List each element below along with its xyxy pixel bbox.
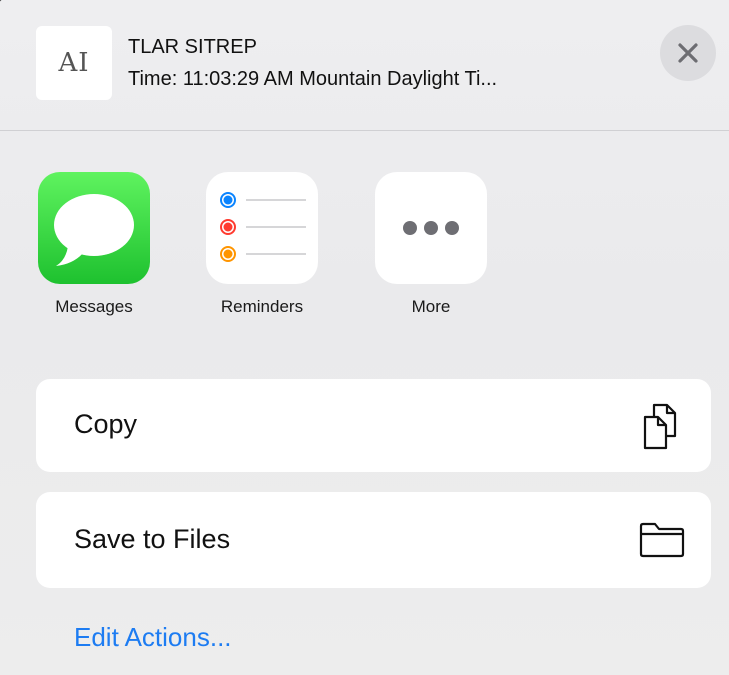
app-label: Messages xyxy=(55,297,133,316)
text-document-icon: AI xyxy=(58,48,90,78)
header-divider xyxy=(0,130,729,131)
folder-icon xyxy=(639,522,685,558)
document-thumbnail: AI xyxy=(36,26,112,100)
app-label: More xyxy=(411,297,451,316)
document-title: TLAR SITREP xyxy=(128,36,257,58)
share-header: AI TLAR SITREP Time: 11:03:29 AM Mountai… xyxy=(0,0,729,131)
copy-action[interactable]: Copy xyxy=(36,379,711,472)
more-icon xyxy=(375,172,487,284)
save-to-files-action[interactable]: Save to Files xyxy=(36,492,711,588)
save-to-files-label: Save to Files xyxy=(74,524,231,554)
app-reminders[interactable]: Reminders xyxy=(206,172,318,316)
edit-actions-link[interactable]: Edit Actions... xyxy=(74,622,232,653)
close-button[interactable] xyxy=(660,25,716,81)
app-more[interactable]: More xyxy=(375,172,487,316)
share-sheet: AI TLAR SITREP Time: 11:03:29 AM Mountai… xyxy=(0,0,729,675)
copy-label: Copy xyxy=(74,409,138,439)
app-messages[interactable]: Messages xyxy=(38,172,150,316)
document-subtitle: Time: 11:03:29 AM Mountain Daylight Ti..… xyxy=(128,68,498,90)
messages-icon xyxy=(38,172,150,284)
copy-icon xyxy=(643,403,677,450)
close-icon xyxy=(678,43,698,63)
app-label: Reminders xyxy=(220,297,304,316)
reminders-icon xyxy=(206,172,318,284)
